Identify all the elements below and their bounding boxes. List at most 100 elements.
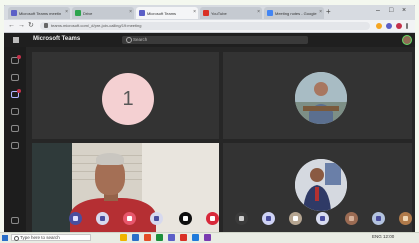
drive-favicon-icon	[75, 10, 81, 16]
search-icon	[14, 236, 19, 241]
taskbar-app-icon[interactable]	[168, 234, 175, 241]
taskbar-search-input[interactable]: Type here to search	[11, 234, 91, 241]
close-icon[interactable]: ×	[129, 9, 132, 15]
browser-tab[interactable]: Drive ×	[72, 7, 134, 19]
taskbar-app-icon[interactable]	[132, 234, 139, 241]
chat-button[interactable]	[235, 212, 248, 225]
participant-initial: 1	[122, 87, 134, 110]
tab-label: YouTube	[211, 10, 227, 16]
avatar-icon	[376, 216, 381, 221]
more-icon	[154, 216, 159, 221]
tab-label: Drive	[83, 10, 93, 16]
search-input[interactable]: Search	[122, 36, 308, 44]
chat-icon[interactable]	[11, 74, 19, 81]
search-icon	[126, 37, 132, 43]
taskbar-app-icon[interactable]	[204, 234, 211, 241]
docs-favicon-icon	[267, 10, 273, 16]
extension-icon[interactable]	[376, 23, 382, 29]
more-actions-button[interactable]	[150, 212, 163, 225]
avatar-icon	[349, 216, 354, 221]
calendar-icon[interactable]	[11, 108, 19, 115]
tab-label: Meeting notes - Google Docs	[275, 10, 317, 16]
participant-initial-avatar: 1	[102, 73, 154, 125]
participant-tile[interactable]: 1	[32, 52, 219, 139]
browser-menu-icon[interactable]	[406, 23, 408, 29]
minimize-button[interactable]: –	[376, 6, 380, 16]
new-tab-button[interactable]: +	[326, 7, 331, 17]
browser-tab-bar: Microsoft Teams meeting × Drive × Micros…	[4, 5, 415, 20]
lock-icon	[44, 23, 48, 28]
back-button[interactable]: ←	[8, 21, 15, 31]
system-tray-clock[interactable]: ENG 12:00	[372, 234, 394, 239]
app-launcher-icon[interactable]	[13, 37, 19, 43]
reaction-icon	[293, 216, 298, 221]
url-text: teams.microsoft.com/_#/pre-join-calling/…	[51, 23, 142, 28]
profile-icon[interactable]	[396, 23, 402, 29]
taskbar-search-placeholder: Type here to search	[20, 235, 60, 240]
teams-header: Microsoft Teams Search	[4, 33, 415, 47]
participant-tile[interactable]	[223, 52, 412, 139]
browser-tab[interactable]: Meeting notes - Google Docs ×	[264, 7, 324, 19]
participant-video-person	[96, 153, 124, 165]
browser-tab[interactable]: YouTube ×	[200, 7, 262, 19]
raise-hand-button[interactable]	[179, 212, 192, 225]
avatar-icon	[403, 216, 408, 221]
close-icon[interactable]: ×	[257, 9, 260, 15]
chat-icon	[239, 216, 244, 221]
call-controls	[26, 212, 415, 228]
extension-icon[interactable]	[386, 23, 392, 29]
tab-label: Microsoft Teams meeting	[19, 10, 61, 16]
url-field[interactable]: teams.microsoft.com/_#/pre-join-calling/…	[40, 22, 370, 30]
window-close-button[interactable]: ×	[402, 6, 406, 16]
taskbar-app-icon[interactable]	[120, 234, 127, 241]
address-bar-row: ← → ↻ teams.microsoft.com/_#/pre-join-ca…	[4, 20, 415, 33]
close-icon[interactable]: ×	[319, 9, 322, 15]
close-icon[interactable]: ×	[65, 9, 68, 15]
hand-icon	[183, 216, 188, 221]
camera-icon	[73, 216, 78, 221]
taskbar-app-icon[interactable]	[144, 234, 151, 241]
calls-icon[interactable]	[11, 125, 19, 132]
tab-label: Microsoft Teams	[147, 10, 177, 16]
user-avatar-3[interactable]	[399, 212, 412, 225]
avatar[interactable]	[402, 35, 412, 45]
youtube-favicon-icon	[203, 10, 209, 16]
teams-left-rail	[4, 47, 26, 237]
share-button[interactable]	[123, 212, 136, 225]
windows-start-icon[interactable]	[2, 235, 8, 241]
notification-badge	[17, 55, 21, 59]
browser-tab-active[interactable]: Microsoft Teams ×	[136, 7, 198, 19]
camera-button[interactable]	[69, 212, 82, 225]
taskbar-app-icon[interactable]	[192, 234, 199, 241]
teams-favicon-icon	[11, 10, 17, 16]
reactions-button[interactable]	[289, 212, 302, 225]
taskbar-app-icon[interactable]	[156, 234, 163, 241]
hang-up-button[interactable]	[206, 212, 219, 225]
user-avatar-2[interactable]	[372, 212, 385, 225]
reload-button[interactable]: ↻	[28, 21, 34, 31]
device-settings-button[interactable]	[316, 212, 329, 225]
meeting-stage: 1	[26, 47, 415, 237]
mic-button[interactable]	[96, 212, 109, 225]
user-avatar-1[interactable]	[345, 212, 358, 225]
close-icon[interactable]: ×	[193, 9, 196, 15]
share-icon	[127, 216, 132, 221]
maximize-button[interactable]: □	[389, 6, 393, 16]
screen: Microsoft Teams meeting × Drive × Micros…	[4, 5, 415, 237]
settings-icon	[320, 216, 325, 221]
forward-button[interactable]: →	[18, 21, 25, 31]
search-placeholder: Search	[133, 37, 148, 42]
windows-taskbar: Type here to search ENG 12:00	[0, 232, 419, 243]
app-title: Microsoft Teams	[33, 36, 81, 42]
person-photo-icon	[295, 159, 347, 211]
notification-badge	[17, 89, 21, 93]
person-photo-icon	[295, 72, 347, 124]
browser-tab[interactable]: Microsoft Teams meeting ×	[8, 7, 70, 19]
help-icon[interactable]	[11, 217, 19, 224]
teams-favicon-icon	[139, 10, 145, 16]
participants-button[interactable]	[262, 212, 275, 225]
taskbar-app-icon[interactable]	[180, 234, 187, 241]
mic-icon	[100, 216, 105, 221]
files-icon[interactable]	[11, 142, 19, 149]
participant-photo-avatar	[295, 159, 347, 211]
